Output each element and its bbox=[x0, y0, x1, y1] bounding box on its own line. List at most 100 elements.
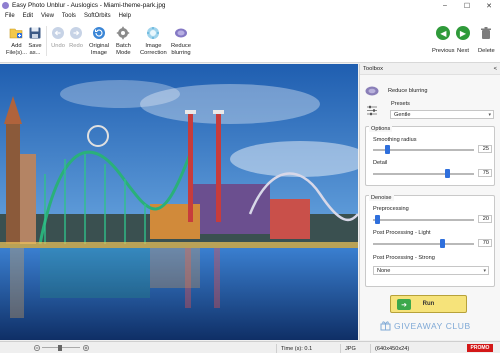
title-bar: Easy Photo Unblur - Auslogics - Miami-th… bbox=[0, 0, 500, 11]
add-files-icon bbox=[9, 26, 23, 40]
toolbox-panel: Toolbox < Reduce blurring Presets Gentle… bbox=[359, 64, 500, 340]
presets-label: Presets bbox=[391, 101, 410, 107]
post-light-slider[interactable] bbox=[440, 239, 446, 248]
detail-value[interactable]: 75 bbox=[478, 169, 492, 177]
close-button[interactable]: ✕ bbox=[478, 0, 500, 11]
preprocessing-label: Preprocessing bbox=[373, 206, 409, 212]
previous-label: Previous bbox=[432, 48, 455, 54]
menu-view[interactable]: View bbox=[41, 13, 54, 19]
trash-icon bbox=[479, 26, 493, 40]
detail-label: Detail bbox=[373, 160, 388, 166]
delete-label: Delete bbox=[478, 48, 495, 54]
preprocessing-slider[interactable] bbox=[374, 215, 380, 224]
redo-button[interactable]: Redo bbox=[69, 26, 83, 50]
options-group: Options Smoothing radius 25 Detail 75 bbox=[365, 126, 495, 186]
delete-button[interactable]: Delete bbox=[478, 26, 495, 54]
zoom-out-icon[interactable] bbox=[34, 345, 40, 351]
next-label: Next bbox=[457, 48, 469, 54]
promo-badge[interactable]: PROMO bbox=[467, 344, 493, 352]
dimensions-status: (640x450x24) bbox=[370, 344, 430, 353]
smoothing-radius-value[interactable]: 25 bbox=[478, 145, 492, 153]
toolbar: Add File(s)... Save as... Undo Redo Orig… bbox=[0, 21, 500, 63]
app-icon bbox=[2, 2, 9, 9]
reduce-blurring-tool-icon bbox=[365, 86, 379, 96]
menu-edit[interactable]: Edit bbox=[23, 13, 33, 19]
options-title: Options bbox=[369, 126, 393, 132]
reduce-blurring-button[interactable]: Reduce blurring bbox=[171, 26, 191, 56]
undo-button[interactable]: Undo bbox=[51, 26, 65, 50]
save-as-button[interactable]: Save as... bbox=[28, 26, 42, 56]
next-button[interactable]: ▶ Next bbox=[456, 26, 470, 54]
original-image-icon bbox=[92, 26, 106, 40]
post-light-track[interactable] bbox=[373, 243, 474, 245]
menu-help[interactable]: Help bbox=[119, 13, 131, 19]
denoise-group: Denoise Preprocessing 20 Post Processing… bbox=[365, 195, 495, 287]
post-strong-select[interactable]: None ▾ bbox=[373, 266, 489, 275]
chevron-down-icon: ▾ bbox=[483, 268, 486, 274]
original-image-button[interactable]: Original Image bbox=[89, 26, 109, 56]
save-as-label: Save as... bbox=[28, 43, 42, 56]
redo-label: Redo bbox=[69, 43, 83, 49]
giveaway-watermark: GIVEAWAY CLUB bbox=[380, 320, 471, 331]
theme-park-photo bbox=[0, 64, 358, 340]
run-label: Run bbox=[422, 301, 435, 307]
preprocessing-value[interactable]: 20 bbox=[478, 215, 492, 223]
run-button[interactable]: ➜ Run bbox=[390, 295, 467, 313]
minimize-button[interactable]: – bbox=[434, 0, 456, 11]
preprocessing-track[interactable] bbox=[373, 219, 474, 221]
menu-file[interactable]: File bbox=[5, 13, 15, 19]
undo-icon bbox=[51, 26, 65, 40]
window-title: Easy Photo Unblur - Auslogics - Miami-th… bbox=[12, 2, 166, 9]
presets-value: Gentle bbox=[394, 111, 411, 118]
giveaway-text: GIVEAWAY CLUB bbox=[394, 320, 471, 331]
time-status: Time (s): 0.1 bbox=[276, 344, 336, 353]
reduce-blurring-icon bbox=[174, 26, 188, 40]
redo-icon bbox=[69, 26, 83, 40]
image-correction-button[interactable]: Image Correction bbox=[140, 26, 167, 56]
window-controls: – ☐ ✕ bbox=[434, 0, 500, 11]
save-icon bbox=[28, 26, 42, 40]
original-image-label: Original Image bbox=[89, 43, 109, 56]
chevron-down-icon: ▾ bbox=[488, 112, 491, 118]
post-strong-label: Post Processing - Strong bbox=[373, 255, 435, 261]
detail-slider[interactable] bbox=[445, 169, 450, 178]
batch-mode-label: Batch Mode bbox=[116, 43, 131, 56]
presets-select[interactable]: Gentle ▾ bbox=[390, 110, 494, 119]
previous-button[interactable]: ◀ Previous bbox=[432, 26, 455, 54]
reduce-blurring-label: Reduce blurring bbox=[171, 43, 191, 56]
gear-icon bbox=[116, 26, 130, 40]
format-status: JPG bbox=[340, 344, 368, 353]
image-preview[interactable] bbox=[0, 64, 358, 340]
image-correction-icon bbox=[146, 26, 160, 40]
menu-tools[interactable]: Tools bbox=[62, 13, 76, 19]
zoom-slider[interactable] bbox=[34, 345, 90, 351]
presets-icon bbox=[366, 105, 378, 116]
batch-mode-button[interactable]: Batch Mode bbox=[116, 26, 131, 56]
smoothing-radius-label: Smoothing radius bbox=[373, 137, 417, 143]
smoothing-radius-slider[interactable] bbox=[384, 145, 390, 154]
zoom-in-icon[interactable] bbox=[83, 345, 89, 351]
post-light-label: Post Processing - Light bbox=[373, 230, 431, 236]
menu-bar: File Edit View Tools SoftOrbits Help bbox=[0, 11, 500, 21]
arrow-left-icon: ◀ bbox=[436, 26, 451, 40]
toolbox-header: Toolbox < bbox=[360, 64, 500, 75]
add-files-label: Add File(s)... bbox=[6, 43, 27, 56]
menu-softorbits[interactable]: SoftOrbits bbox=[84, 13, 111, 19]
detail-track[interactable] bbox=[373, 173, 474, 175]
undo-label: Undo bbox=[51, 43, 65, 49]
arrow-right-icon: ▶ bbox=[456, 26, 470, 40]
gift-icon bbox=[380, 321, 391, 331]
post-light-value[interactable]: 70 bbox=[478, 239, 492, 247]
toolbar-divider bbox=[46, 26, 47, 56]
collapse-toolbox-button[interactable]: < bbox=[494, 66, 497, 72]
image-correction-label: Image Correction bbox=[140, 43, 167, 56]
denoise-title: Denoise bbox=[369, 195, 394, 201]
add-files-button[interactable]: Add File(s)... bbox=[6, 26, 27, 56]
toolbox-title: Toolbox bbox=[363, 66, 383, 72]
maximize-button[interactable]: ☐ bbox=[456, 0, 478, 11]
zoom-thumb[interactable] bbox=[58, 345, 62, 351]
post-strong-value: None bbox=[377, 267, 391, 274]
arrow-right-icon: ➜ bbox=[397, 299, 411, 310]
reduce-blurring-tool-label: Reduce blurring bbox=[388, 88, 428, 94]
status-bar: Time (s): 0.1 JPG (640x450x24) PROMO bbox=[0, 341, 500, 353]
